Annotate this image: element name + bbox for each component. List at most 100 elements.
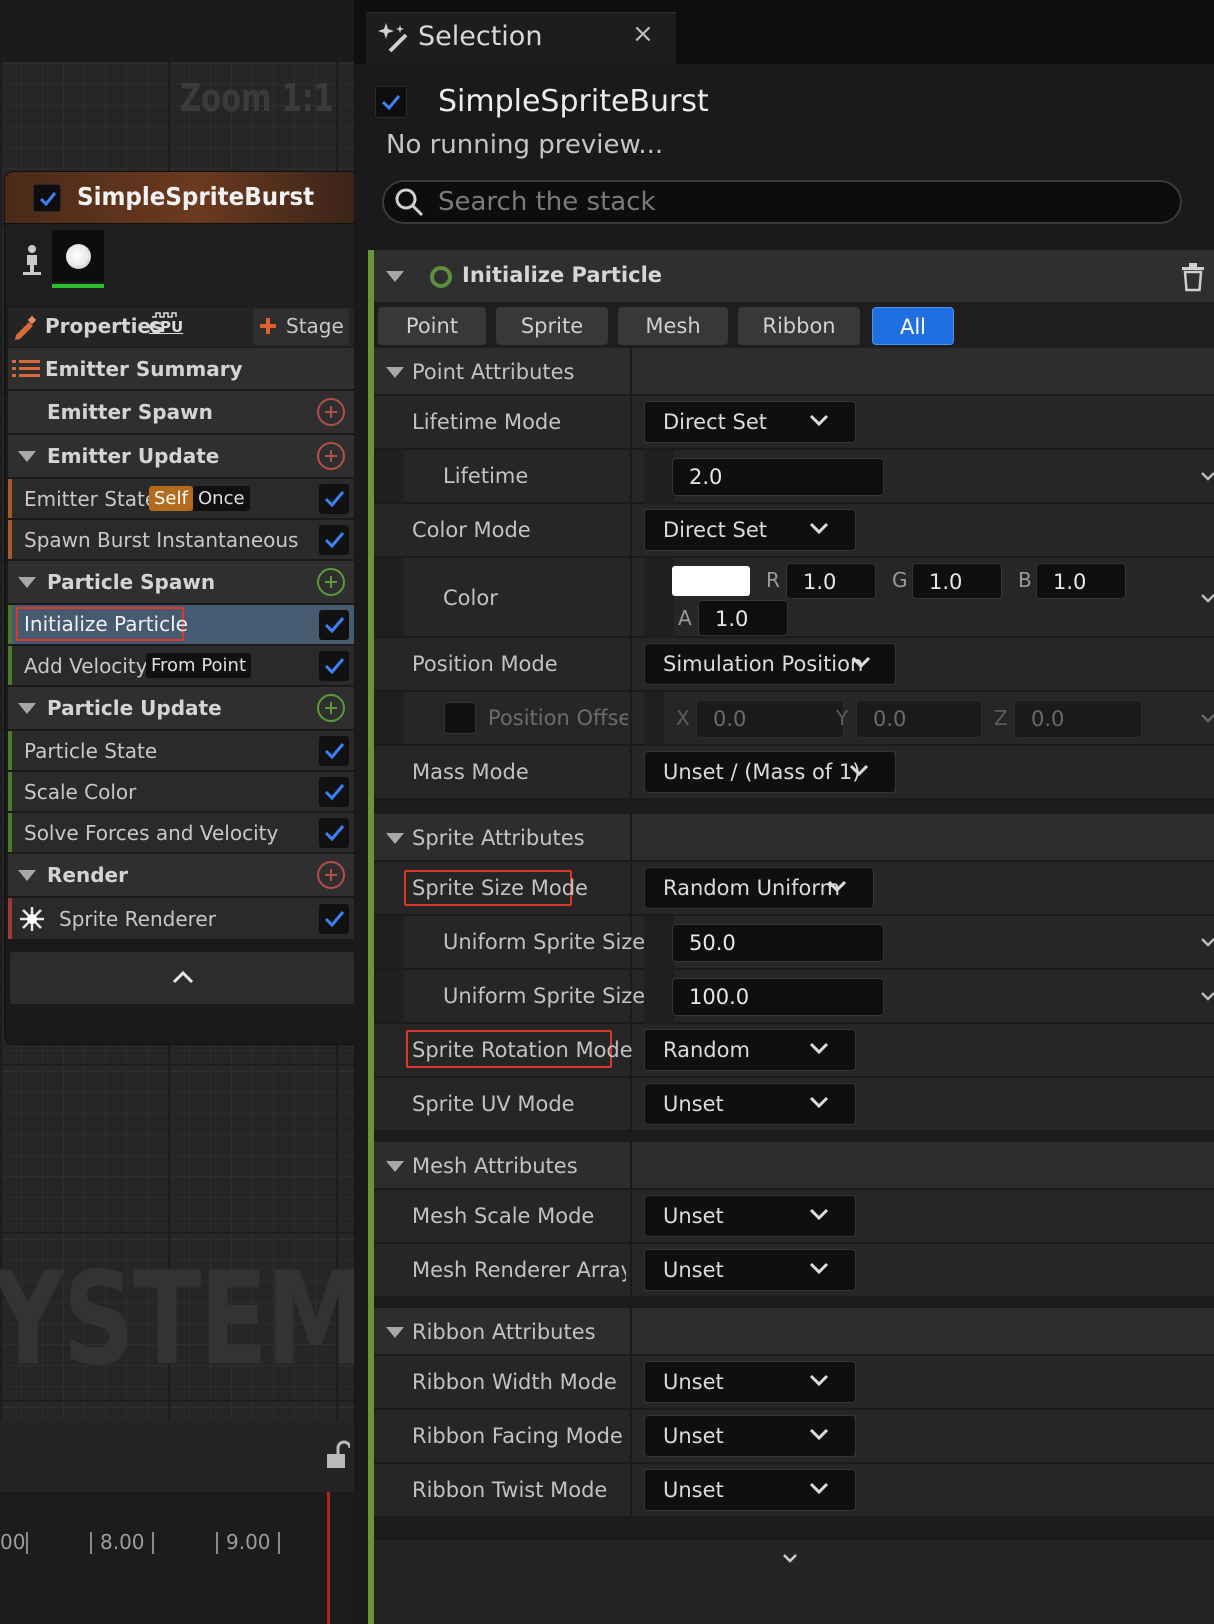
mass-mode-dropdown[interactable]: Unset / (Mass of 1): [644, 751, 896, 793]
emitter-summary-row[interactable]: Emitter Summary: [8, 347, 354, 389]
check-icon: [324, 911, 345, 928]
module-initialize-particle[interactable]: Initialize Particle: [8, 604, 354, 644]
filter-ribbon-button[interactable]: Ribbon: [738, 307, 860, 345]
add-module-icon[interactable]: [317, 568, 345, 596]
module-enable-checkbox[interactable]: [319, 525, 349, 555]
close-icon[interactable]: ×: [632, 19, 654, 49]
ribbon-width-mode-dropdown[interactable]: Unset: [644, 1361, 856, 1403]
add-module-icon[interactable]: [317, 442, 345, 470]
emitter-enable-checkbox[interactable]: [33, 184, 61, 212]
trash-icon[interactable]: [1180, 262, 1206, 292]
collapse-triangle-icon[interactable]: [18, 451, 36, 462]
z-input[interactable]: 0.0: [1014, 700, 1142, 738]
particle-bar: [8, 772, 12, 811]
renderer-enable-checkbox[interactable]: [319, 904, 349, 934]
sprite-uv-mode-dropdown[interactable]: Unset: [644, 1083, 856, 1125]
filter-sprite-button[interactable]: Sprite: [496, 307, 608, 345]
sprite-size-mode-dropdown[interactable]: Random Uniform: [644, 867, 874, 909]
ribbon-twist-mode-dropdown[interactable]: Unset: [644, 1469, 856, 1511]
add-renderer-icon[interactable]: [317, 861, 345, 889]
category-point-attributes[interactable]: Point Attributes: [374, 348, 1214, 396]
emitter-update-row[interactable]: Emitter Update: [8, 434, 354, 477]
module-enable-checkbox[interactable]: [319, 818, 349, 848]
stage-button[interactable]: Stage: [253, 309, 349, 345]
module-scale-color[interactable]: Scale Color: [8, 771, 354, 811]
mesh-renderer-array-dropdown[interactable]: Unset: [644, 1249, 856, 1291]
color-mode-dropdown[interactable]: Direct Set: [644, 509, 856, 551]
chevron-down-icon[interactable]: [1200, 990, 1214, 1002]
module-add-velocity[interactable]: Add Velocity From Point: [8, 645, 354, 685]
search-input[interactable]: [438, 182, 1158, 222]
uniform-sprite-size-max-input[interactable]: 100.0: [672, 978, 884, 1016]
unlock-icon[interactable]: [326, 1440, 350, 1472]
y-input[interactable]: 0.0: [856, 700, 982, 738]
expand-more-row[interactable]: [374, 1540, 1214, 1580]
module-emitter-state[interactable]: Emitter State Self Once: [8, 478, 354, 518]
r-input[interactable]: 1.0: [786, 563, 876, 599]
collapse-node-button[interactable]: [10, 952, 354, 1004]
collapse-triangle-icon[interactable]: [386, 271, 404, 282]
ribbon-facing-mode-dropdown[interactable]: Unset: [644, 1415, 856, 1457]
module-enable-checkbox[interactable]: [319, 484, 349, 514]
particle-update-row[interactable]: Particle Update: [8, 686, 354, 729]
renderer-sprite[interactable]: Sprite Renderer: [8, 897, 354, 939]
emitter-node-header[interactable]: SimpleSpriteBurst: [5, 172, 354, 224]
uniform-sprite-size-min-input[interactable]: 50.0: [672, 924, 884, 962]
param-uniform-sprite-size-max: Uniform Sprite Size 100.0: [374, 970, 1214, 1024]
a-input[interactable]: 1.0: [698, 600, 788, 636]
chevron-down-icon[interactable]: [1200, 592, 1214, 604]
filter-all-button[interactable]: All: [872, 307, 954, 345]
module-enable-checkbox[interactable]: [319, 736, 349, 766]
particle-spawn-row[interactable]: Particle Spawn: [8, 560, 354, 603]
position-offset-checkbox[interactable]: [444, 702, 476, 734]
category-mesh-attributes[interactable]: Mesh Attributes: [374, 1142, 1214, 1190]
collapse-triangle-icon[interactable]: [18, 577, 36, 588]
module-enable-checkbox[interactable]: [319, 777, 349, 807]
collapse-triangle-icon[interactable]: [386, 367, 404, 378]
collapse-triangle-icon[interactable]: [386, 1161, 404, 1172]
sprite-burst-icon: [20, 907, 44, 931]
filter-point-button[interactable]: Point: [378, 307, 486, 345]
emitter-thumbnail[interactable]: [52, 230, 104, 288]
filter-mesh-button[interactable]: Mesh: [618, 307, 728, 345]
module-spawn-burst[interactable]: Spawn Burst Instantaneous: [8, 519, 354, 559]
stack-search[interactable]: [382, 180, 1182, 224]
timeline[interactable]: 00 8.00 9.00: [0, 1492, 354, 1624]
b-input[interactable]: 1.0: [1036, 563, 1126, 599]
chevron-down-icon[interactable]: [1200, 470, 1214, 482]
lifetime-mode-dropdown[interactable]: Direct Set: [644, 401, 856, 443]
timeline-scrubber[interactable]: [327, 1492, 330, 1624]
add-module-icon[interactable]: [317, 694, 345, 722]
tab-selection[interactable]: Selection ×: [366, 12, 676, 64]
emitter-node[interactable]: SimpleSpriteBurst Properties CPU Stage E…: [5, 172, 354, 1044]
position-mode-dropdown[interactable]: Simulation Position: [644, 643, 896, 685]
module-enable-checkbox[interactable]: [319, 651, 349, 681]
color-swatch[interactable]: [672, 566, 750, 596]
module-header[interactable]: Initialize Particle: [374, 250, 1214, 302]
collapse-triangle-icon[interactable]: [386, 833, 404, 844]
collapse-triangle-icon[interactable]: [18, 870, 36, 881]
mesh-scale-mode-dropdown[interactable]: Unset: [644, 1195, 856, 1237]
category-sprite-attributes[interactable]: Sprite Attributes: [374, 814, 1214, 862]
properties-row[interactable]: Properties CPU Stage: [8, 307, 354, 347]
lifetime-input[interactable]: 2.0: [672, 458, 884, 496]
add-module-icon[interactable]: [317, 398, 345, 426]
system-enable-checkbox[interactable]: [375, 86, 407, 118]
chevron-down-icon[interactable]: [1200, 712, 1214, 724]
collapse-triangle-icon[interactable]: [18, 703, 36, 714]
module-enable-checkbox[interactable]: [319, 610, 349, 640]
g-input[interactable]: 1.0: [912, 563, 1002, 599]
emitter-spawn-row[interactable]: Emitter Spawn: [8, 390, 354, 433]
indent-spacer: [644, 916, 674, 970]
sprite-rotation-mode-dropdown[interactable]: Random: [644, 1029, 856, 1071]
render-row[interactable]: Render: [8, 853, 354, 896]
module-solve-forces[interactable]: Solve Forces and Velocity: [8, 812, 354, 852]
category-ribbon-attributes[interactable]: Ribbon Attributes: [374, 1308, 1214, 1356]
from-point-tag: From Point: [146, 653, 252, 678]
system-name: SimpleSpriteBurst: [438, 84, 709, 119]
module-particle-state[interactable]: Particle State: [8, 730, 354, 770]
chevron-down-icon[interactable]: [1200, 936, 1214, 948]
x-input[interactable]: 0.0: [696, 700, 844, 738]
graph-canvas[interactable]: Zoom 1:1 YSTEM SimpleSpriteBurst Propert…: [0, 0, 354, 1624]
collapse-triangle-icon[interactable]: [386, 1327, 404, 1338]
